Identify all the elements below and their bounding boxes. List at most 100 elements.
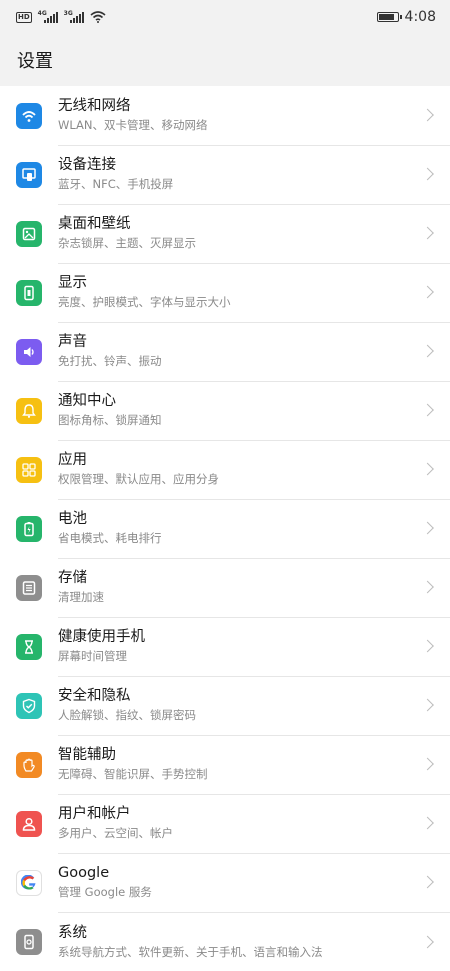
settings-item-title: 显示	[58, 275, 87, 291]
chevron-right-icon	[421, 462, 434, 476]
settings-item-text: 桌面和壁纸杂志锁屏、主题、灭屏显示	[58, 204, 450, 264]
signal-sim1-icon: 4G	[37, 9, 58, 23]
wifi-icon	[16, 102, 42, 129]
settings-item-text: Google 管理 Google 服务	[58, 853, 450, 913]
settings-item-title: 电池	[58, 511, 87, 527]
display-icon	[16, 279, 42, 306]
settings-item-text: 智能辅助无障碍、智能识屏、手势控制	[58, 735, 450, 795]
shield-icon	[16, 692, 42, 719]
phone-system-icon	[16, 928, 42, 955]
settings-item-storage[interactable]: 存储 清理加速	[0, 558, 450, 618]
settings-item-subtitle: 屏幕时间管理	[58, 649, 127, 663]
settings-item-title: 用户和帐户	[58, 806, 131, 822]
settings-item-health[interactable]: 健康使用手机 屏幕时间管理	[0, 617, 450, 677]
settings-item-title: 通知中心	[58, 393, 116, 409]
chevron-right-icon	[421, 344, 434, 358]
settings-item-text: 系统系统导航方式、软件更新、关于手机、语言和输入法	[58, 912, 450, 971]
settings-item-users[interactable]: 用户和帐户多用户、云空间、帐户	[0, 794, 450, 854]
battery-icon	[16, 515, 42, 542]
chevron-right-icon	[421, 757, 434, 771]
storage-icon	[16, 574, 42, 601]
settings-item-title: 智能辅助	[58, 747, 116, 763]
settings-item-subtitle: 多用户、云空间、帐户	[58, 826, 173, 840]
chevron-right-icon	[421, 285, 434, 299]
settings-item-sound[interactable]: 声音免打扰、铃声、振动	[0, 322, 450, 382]
signal-sim2-icon: 3G	[63, 9, 84, 23]
settings-item-title: 无线和网络	[58, 98, 131, 114]
settings-item-apps[interactable]: 应用权限管理、默认应用、应用分身	[0, 440, 450, 500]
settings-item-title: 声音	[58, 334, 87, 350]
settings-item-text: 无线和网络 WLAN、双卡管理、移动网络	[58, 86, 450, 146]
settings-item-subtitle: 无障碍、智能识屏、手势控制	[58, 767, 208, 781]
settings-item-subtitle: WLAN、双卡管理、移动网络	[58, 118, 208, 132]
chevron-right-icon	[421, 521, 434, 535]
page-title: 设置	[17, 51, 53, 72]
settings-item-security[interactable]: 安全和隐私人脸解锁、指纹、锁屏密码	[0, 676, 450, 736]
chevron-right-icon	[421, 935, 434, 948]
chevron-right-icon	[421, 816, 434, 830]
settings-item-title: 应用	[58, 452, 87, 468]
clock: 4:08	[404, 9, 436, 25]
settings-item-title: Google	[58, 865, 110, 881]
settings-item-battery[interactable]: 电池省电模式、耗电排行	[0, 499, 450, 559]
chevron-right-icon	[421, 167, 434, 181]
bell-icon	[16, 397, 42, 424]
status-right: 4:08	[376, 9, 436, 25]
chevron-right-icon	[421, 403, 434, 417]
settings-item-title: 桌面和壁纸	[58, 216, 131, 232]
settings-item-subtitle: 清理加速	[58, 590, 104, 604]
settings-item-title: 系统	[58, 924, 87, 941]
settings-item-title: 设备连接	[58, 157, 116, 173]
wallpaper-icon	[16, 220, 42, 247]
settings-item-text: 电池省电模式、耗电排行	[58, 499, 450, 559]
user-icon	[16, 810, 42, 837]
settings-item-google[interactable]: Google 管理 Google 服务	[0, 853, 450, 913]
settings-item-text: 安全和隐私人脸解锁、指纹、锁屏密码	[58, 676, 450, 736]
settings-item-title: 安全和隐私	[58, 688, 131, 704]
settings-item-text: 应用权限管理、默认应用、应用分身	[58, 440, 450, 500]
settings-item-system[interactable]: 系统系统导航方式、软件更新、关于手机、语言和输入法	[0, 912, 450, 971]
settings-item-text: 通知中心图标角标、锁屏通知	[58, 381, 450, 441]
settings-list: 无线和网络 WLAN、双卡管理、移动网络 设备连接蓝牙、NFC、手机投屏 桌面和壁纸杂…	[0, 86, 450, 971]
status-bar: HD 4G 3G 4:08	[0, 0, 450, 34]
settings-item-notify[interactable]: 通知中心图标角标、锁屏通知	[0, 381, 450, 441]
settings-item-wifi[interactable]: 无线和网络 WLAN、双卡管理、移动网络	[0, 86, 450, 146]
device-connection-icon	[16, 161, 42, 188]
hourglass-icon	[16, 633, 42, 660]
settings-item-text: 存储 清理加速	[58, 558, 450, 618]
settings-item-text: 显示亮度、护眼模式、字体与显示大小	[58, 263, 450, 323]
chevron-right-icon	[421, 698, 434, 712]
sim2-network-label: 3G	[63, 9, 73, 17]
settings-item-display[interactable]: 显示亮度、护眼模式、字体与显示大小	[0, 263, 450, 323]
status-left: HD 4G 3G	[16, 9, 106, 23]
sound-icon	[16, 338, 42, 365]
apps-grid-icon	[16, 456, 42, 483]
google-icon	[16, 869, 42, 896]
sim1-network-label: 4G	[37, 9, 47, 17]
settings-item-text: 用户和帐户多用户、云空间、帐户	[58, 794, 450, 854]
settings-item-desktop[interactable]: 桌面和壁纸杂志锁屏、主题、灭屏显示	[0, 204, 450, 264]
settings-item-subtitle: 蓝牙、NFC、手机投屏	[58, 177, 174, 191]
chevron-right-icon	[421, 108, 434, 122]
settings-item-subtitle: 人脸解锁、指纹、锁屏密码	[58, 708, 196, 722]
hd-icon: HD	[16, 11, 32, 23]
settings-item-subtitle: 管理 Google 服务	[58, 885, 152, 899]
settings-item-subtitle: 权限管理、默认应用、应用分身	[58, 472, 219, 486]
chevron-right-icon	[421, 226, 434, 240]
settings-item-text: 健康使用手机 屏幕时间管理	[58, 617, 450, 677]
chevron-right-icon	[421, 875, 434, 889]
hand-icon	[16, 751, 42, 778]
wifi-status-icon	[90, 11, 106, 23]
battery-status-icon	[376, 12, 402, 22]
settings-item-device[interactable]: 设备连接蓝牙、NFC、手机投屏	[0, 145, 450, 205]
settings-item-subtitle: 亮度、护眼模式、字体与显示大小	[58, 295, 231, 309]
settings-item-subtitle: 杂志锁屏、主题、灭屏显示	[58, 236, 196, 250]
settings-item-assist[interactable]: 智能辅助无障碍、智能识屏、手势控制	[0, 735, 450, 795]
chevron-right-icon	[421, 580, 434, 594]
settings-item-title: 存储	[58, 570, 87, 586]
settings-item-subtitle: 系统导航方式、软件更新、关于手机、语言和输入法	[58, 944, 323, 959]
settings-item-subtitle: 免打扰、铃声、振动	[58, 354, 162, 368]
settings-item-subtitle: 省电模式、耗电排行	[58, 531, 162, 545]
chevron-right-icon	[421, 639, 434, 653]
settings-item-subtitle: 图标角标、锁屏通知	[58, 413, 162, 427]
